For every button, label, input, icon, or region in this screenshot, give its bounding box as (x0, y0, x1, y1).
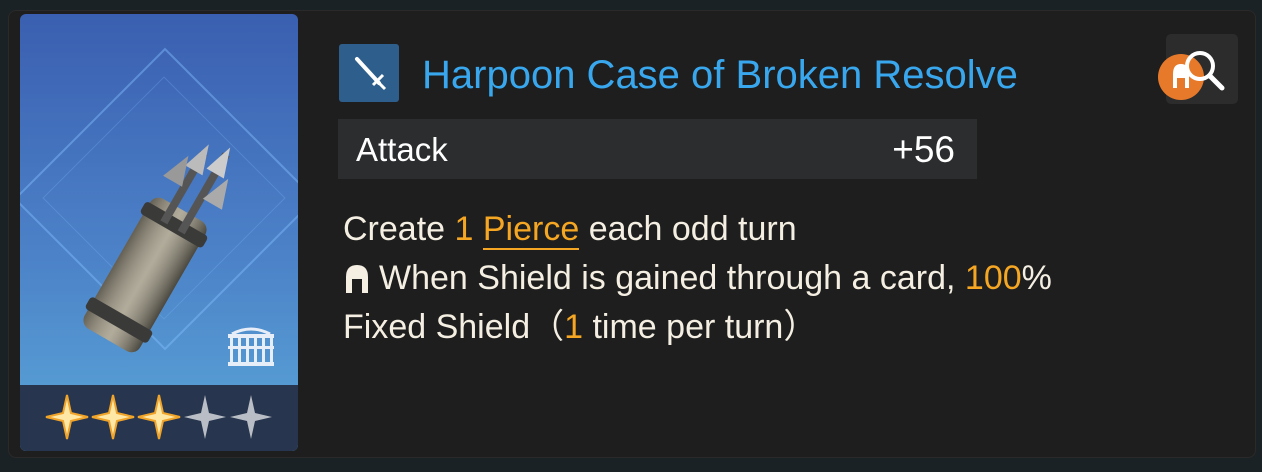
star-empty-icon (184, 395, 226, 439)
stat-row-attack: Attack +56 (338, 119, 977, 179)
star-filled-icon (137, 394, 181, 440)
rarity-stars (44, 387, 274, 447)
item-effect-description: Create 1 Pierce each odd turn When Shiel… (343, 205, 1052, 352)
effect-line-2: When Shield is gained through a card, 10… (343, 254, 1052, 303)
pierce-keyword-link[interactable]: Pierce (482, 210, 580, 250)
item-card-art (20, 14, 298, 451)
stat-label: Attack (356, 131, 448, 168)
effect-text: time per turn） (583, 308, 818, 346)
item-name: Harpoon Case of Broken Resolve (422, 53, 1018, 97)
effect-text: each odd turn (579, 210, 797, 248)
effect-value: 1 (564, 308, 584, 346)
effect-unit: % (1021, 259, 1052, 297)
arena-colosseum-icon (228, 327, 274, 366)
stat-value: +56 (892, 129, 955, 170)
search-button[interactable] (1158, 34, 1238, 104)
effect-line-3: Fixed Shield（ 1 time per turn） (343, 303, 1052, 352)
magnifier-icon (1185, 51, 1225, 91)
star-empty-icon (230, 395, 272, 439)
sword-icon (339, 44, 399, 102)
spartan-helmet-icon (346, 264, 368, 293)
effect-value: 100 (964, 259, 1022, 297)
effect-line-1: Create 1 Pierce each odd turn (343, 205, 1052, 254)
effect-text: Create (343, 210, 455, 248)
effect-count: 1 (454, 210, 474, 248)
star-filled-icon (91, 394, 135, 440)
star-filled-icon (45, 394, 89, 440)
effect-text: Fixed Shield（ (343, 308, 565, 346)
effect-text: When Shield is gained through a card, (379, 259, 965, 297)
